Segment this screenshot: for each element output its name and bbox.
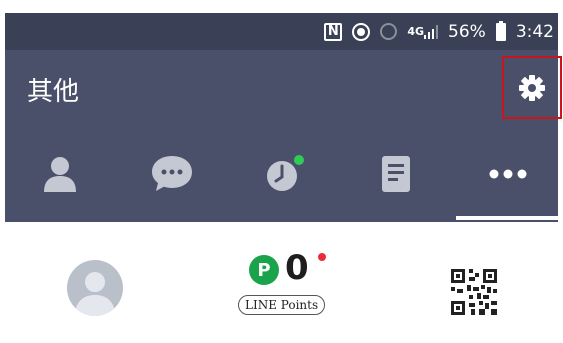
timeline-icon [267, 155, 304, 191]
battery-icon [495, 20, 506, 41]
more-icon [489, 169, 527, 179]
friends-icon [44, 157, 76, 192]
page-title: 其他 [27, 77, 80, 107]
phone-screen: N 4G 56% 3:42 其他 P 0 LINE Points [5, 13, 562, 343]
news-icon [382, 156, 410, 192]
profile-section: P 0 LINE Points [5, 222, 558, 343]
sync-icon [352, 22, 371, 41]
tab-more[interactable] [453, 132, 563, 216]
alarm-icon [380, 23, 398, 40]
points-label: LINE Points [238, 295, 326, 315]
line-points-widget[interactable]: P 0 LINE Points [235, 248, 345, 322]
active-tab-indicator [456, 216, 558, 220]
clock: 3:42 [515, 21, 554, 42]
tab-friends[interactable] [5, 132, 115, 216]
network-type-label: 4G [407, 24, 425, 38]
nfc-icon: N [324, 22, 343, 41]
battery-percent: 56% [448, 21, 486, 42]
new-notification-dot [318, 253, 326, 261]
avatar-silhouette-icon [75, 272, 115, 316]
profile-avatar[interactable] [67, 260, 123, 316]
tab-news[interactable] [341, 132, 451, 216]
points-value: 0 [285, 248, 309, 288]
tab-timeline[interactable] [229, 132, 339, 216]
signal-icon: 4G [407, 24, 439, 39]
timeline-new-badge [294, 155, 304, 165]
signal-bars-icon [424, 24, 439, 39]
chats-icon [152, 156, 192, 191]
app-header: 其他 [5, 50, 562, 132]
status-bar: N 4G 56% 3:42 [5, 13, 558, 50]
tab-chats[interactable] [117, 132, 227, 216]
tab-bar [5, 132, 558, 222]
gear-icon [519, 74, 545, 101]
settings-button[interactable] [502, 56, 562, 119]
qr-code-icon[interactable] [451, 269, 497, 315]
points-icon: P [249, 255, 279, 285]
